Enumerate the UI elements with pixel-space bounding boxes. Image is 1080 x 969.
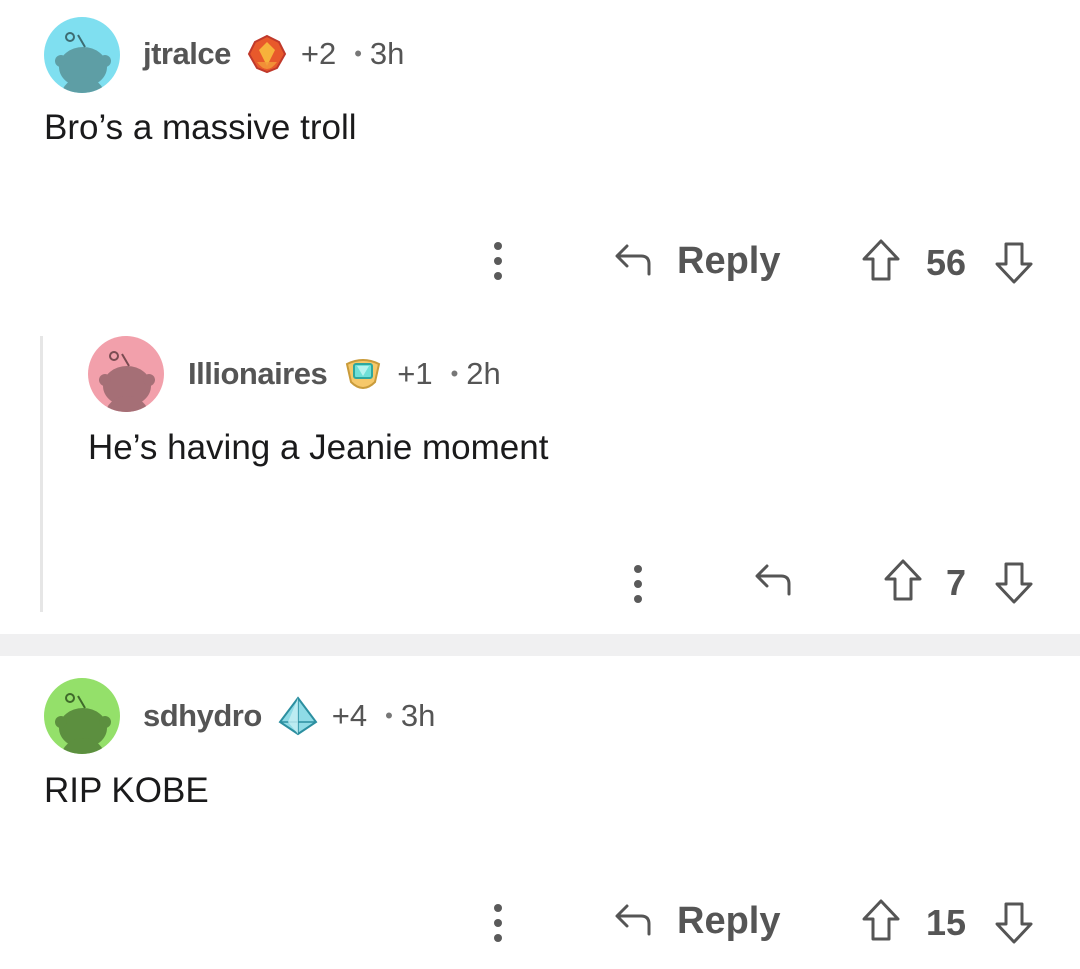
comment-body: RIP KOBE [44, 771, 209, 810]
award-count: +4 [331, 698, 368, 733]
reddit-snoo-avatar-icon [44, 678, 120, 754]
comment: sdhydro +4 • 3h RIP KOBE Reply 15 [0, 0, 1080, 969]
upvote-arrow-icon[interactable] [860, 897, 902, 943]
username[interactable]: sdhydro [143, 698, 262, 734]
downvote-arrow-icon[interactable] [993, 900, 1035, 946]
ice-crystal-award-icon[interactable] [276, 694, 320, 738]
reply-icon[interactable] [611, 900, 655, 940]
more-options-icon[interactable] [492, 904, 504, 948]
dot-separator: • [385, 703, 393, 728]
avatar[interactable] [44, 678, 120, 754]
reply-button[interactable]: Reply [677, 900, 780, 943]
timestamp: 3h [400, 698, 436, 733]
vote-score: 15 [926, 902, 967, 943]
